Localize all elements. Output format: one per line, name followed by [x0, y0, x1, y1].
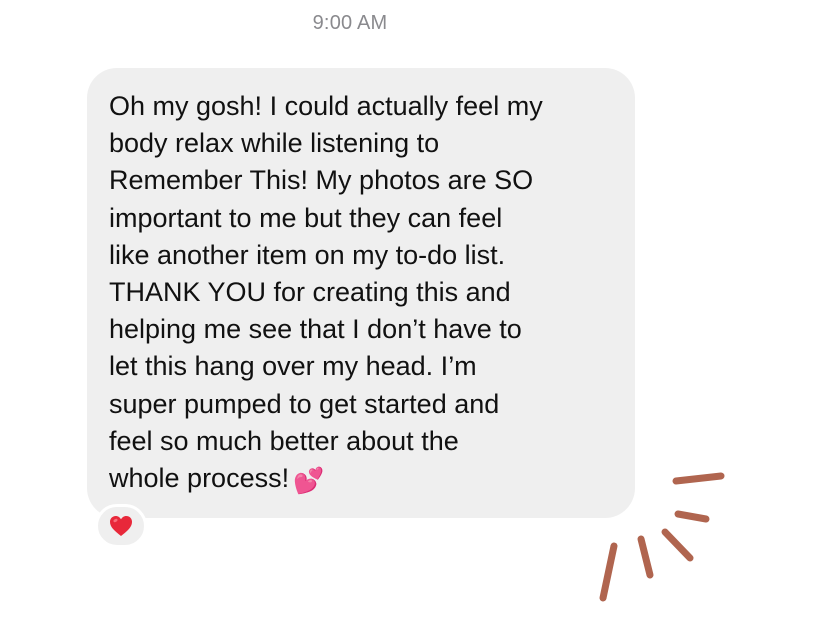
sparkle-line-2 — [674, 510, 710, 523]
message-timestamp: 9:00 AM — [312, 12, 388, 34]
hand-drawn-sparkle-decoration — [599, 472, 725, 602]
sparkle-line-5 — [599, 542, 618, 602]
red-heart-icon — [110, 516, 132, 536]
sparkle-line-4 — [637, 535, 654, 579]
sparkle-line-3 — [661, 528, 694, 562]
message-body: Oh my gosh! I could actually feel my bod… — [109, 91, 543, 494]
sparkle-line-1 — [672, 472, 725, 485]
two-hearts-emoji-icon: 💕 — [293, 467, 325, 496]
message-text: Oh my gosh! I could actually feel my bod… — [109, 88, 617, 497]
heart-reaction-badge[interactable] — [95, 504, 147, 548]
message-bubble[interactable]: Oh my gosh! I could actually feel my bod… — [87, 68, 635, 518]
